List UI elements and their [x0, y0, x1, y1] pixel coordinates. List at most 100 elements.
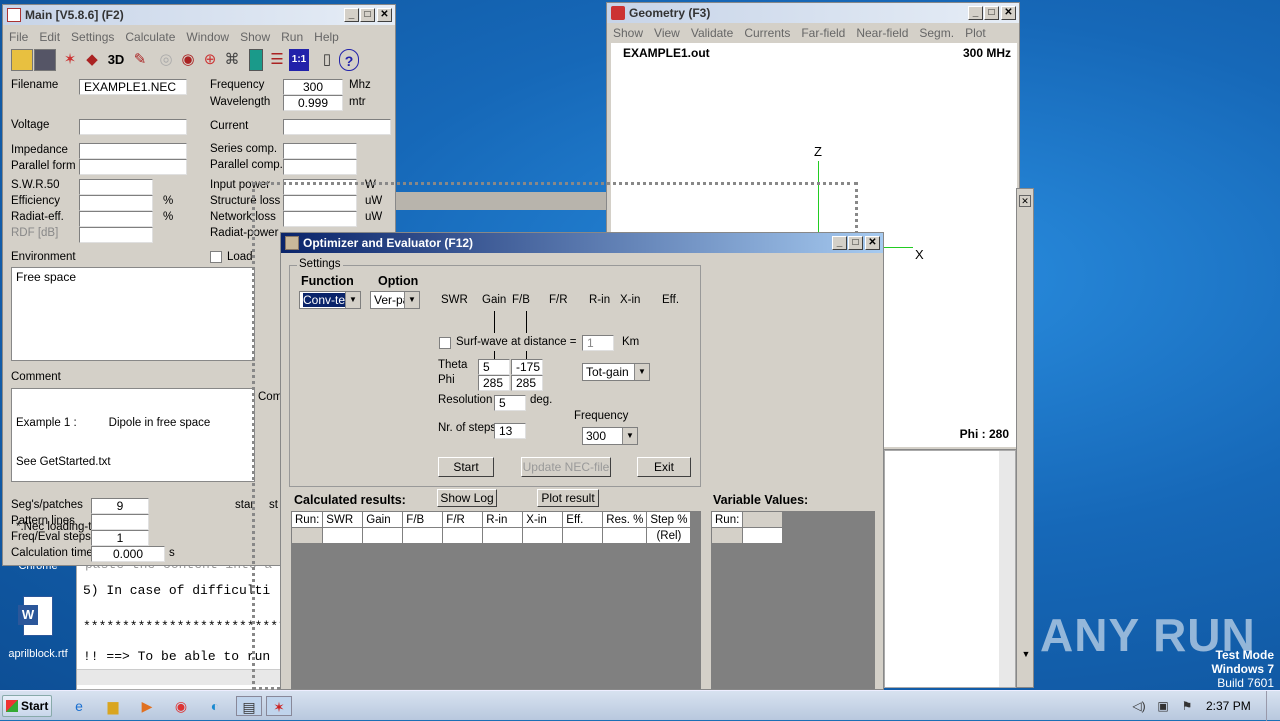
results-grid-area[interactable]: Run: SWR Gain F/B F/R R-in X-in Eff. Res… — [290, 511, 701, 689]
chrome-icon[interactable]: ◉ — [170, 696, 192, 716]
show-desktop-button[interactable] — [1266, 691, 1280, 721]
swr-field[interactable] — [79, 179, 153, 195]
target-icon[interactable]: ◉ — [177, 49, 199, 71]
menu-validate[interactable]: Validate — [685, 24, 738, 40]
edge-icon[interactable]: ◐ — [204, 696, 226, 716]
function-select[interactable]: Conv-test ▼ — [299, 291, 361, 309]
menu-view[interactable]: View — [648, 24, 685, 40]
close-button[interactable]: ✕ — [865, 236, 880, 250]
menu-show[interactable]: Show — [234, 28, 275, 44]
ie-icon[interactable]: e — [68, 696, 90, 716]
close-button[interactable]: ✕ — [1001, 6, 1016, 20]
wire-icon[interactable]: ⌘ — [221, 49, 243, 71]
explorer-icon[interactable]: ▆ — [102, 696, 124, 716]
pattern-lines-field[interactable] — [91, 514, 149, 530]
rdf-field[interactable] — [79, 227, 153, 243]
open-icon[interactable] — [11, 49, 33, 71]
surf-wave-checkbox[interactable] — [439, 337, 451, 349]
surf-distance-field[interactable]: 1 — [582, 335, 614, 351]
menu-plot[interactable]: Plot — [959, 24, 991, 40]
help-icon[interactable]: ? — [339, 49, 359, 71]
editor-window-area[interactable] — [884, 450, 1016, 688]
variables-grid-area[interactable]: Run: — [710, 511, 875, 689]
phi-start-field[interactable]: 285 — [478, 375, 510, 391]
freq-steps-field[interactable]: 1 — [91, 530, 149, 546]
edit-icon[interactable]: ✎ — [129, 49, 151, 71]
radiat-eff-field[interactable] — [79, 211, 153, 227]
list-icon[interactable]: ☰ — [267, 49, 287, 71]
steps-field[interactable]: 13 — [494, 423, 526, 439]
desktop-icon-aprilblock[interactable]: W aprilblock.rtf — [6, 596, 70, 660]
input-power-field[interactable] — [283, 179, 357, 195]
optimizer-titlebar[interactable]: Optimizer and Evaluator (F12) — [281, 233, 883, 253]
voltage-field[interactable] — [79, 119, 187, 135]
antenna-icon[interactable]: ✶ — [59, 49, 81, 71]
menu-near-field[interactable]: Near-field — [850, 24, 913, 40]
menu-settings[interactable]: Settings — [65, 28, 119, 44]
start-button[interactable]: Start — [438, 457, 494, 477]
menu-run[interactable]: Run — [275, 28, 308, 44]
calc-time-field[interactable]: 0.000 — [91, 546, 165, 562]
segs-field[interactable]: 9 — [91, 498, 149, 514]
notepad-icon[interactable]: ▤ — [236, 696, 262, 716]
series-comp-field[interactable] — [283, 143, 357, 159]
book-icon[interactable]: ▯ — [317, 49, 337, 71]
theta-start-field[interactable]: 5 — [478, 359, 510, 375]
maximize-button[interactable]: □ — [360, 8, 375, 22]
option-select[interactable]: Ver-pa ▼ — [370, 291, 420, 309]
maximize-button[interactable]: □ — [984, 6, 999, 20]
frequency-field[interactable]: 300 — [283, 79, 343, 95]
resolution-field[interactable]: 5 — [494, 395, 526, 411]
menu-currents[interactable]: Currents — [738, 24, 795, 40]
load-checkbox[interactable] — [210, 251, 222, 263]
close-icon[interactable]: ✕ — [1019, 195, 1031, 207]
close-button[interactable]: ✕ — [377, 8, 392, 22]
geometry-titlebar[interactable]: Geometry (F3) — [607, 3, 1019, 23]
frequency-select[interactable]: 300 ▼ — [582, 427, 638, 445]
comment-box[interactable]: Example 1 : Dipole in free space See Get… — [11, 388, 255, 533]
current-field[interactable] — [283, 119, 391, 135]
media-icon[interactable]: ▶ — [136, 696, 158, 716]
maximize-button[interactable]: □ — [848, 236, 863, 250]
wavelength-field[interactable]: 0.999 — [283, 95, 343, 111]
gain-type-select[interactable]: Tot-gain ▼ — [582, 363, 650, 381]
plot-result-button[interactable]: Plot result — [537, 489, 599, 507]
start-button[interactable]: Start — [2, 695, 52, 717]
clock[interactable]: 2:37 PM — [1206, 699, 1251, 713]
disabled-tool-icon[interactable]: ◎ — [155, 49, 177, 71]
globe-icon[interactable]: ⊕ — [199, 49, 221, 71]
vertical-scrollbar[interactable] — [999, 451, 1015, 687]
parallel-form-field[interactable] — [79, 159, 187, 175]
network-icon[interactable]: ▣ — [1152, 696, 1174, 716]
network-loss-field[interactable] — [283, 211, 357, 227]
show-log-button[interactable]: Show Log — [437, 489, 497, 507]
save-icon[interactable] — [34, 49, 56, 71]
calculator-icon[interactable] — [249, 49, 263, 71]
3d-view-icon[interactable]: 3D — [105, 49, 127, 71]
results-table[interactable]: Run: SWR Gain F/B F/R R-in X-in Eff. Res… — [290, 511, 692, 544]
exit-button[interactable]: Exit — [637, 457, 691, 477]
menu-file[interactable]: File — [3, 28, 33, 44]
optimizer-window[interactable]: Optimizer and Evaluator (F12) _ □ ✕ Sett… — [280, 232, 884, 690]
menu-far-field[interactable]: Far-field — [795, 24, 850, 40]
structure-loss-field[interactable] — [283, 195, 357, 211]
minimize-button[interactable]: _ — [344, 8, 359, 22]
phi-end-field[interactable]: 285 — [511, 375, 543, 391]
update-nec-button[interactable]: Update NEC-file — [521, 457, 611, 477]
variables-table[interactable]: Run: — [710, 511, 784, 544]
filename-field[interactable]: EXAMPLE1.NEC — [79, 79, 187, 95]
minimize-button[interactable]: _ — [832, 236, 847, 250]
one-to-one-icon[interactable]: 1:1 — [289, 49, 309, 71]
menu-edit[interactable]: Edit — [33, 28, 65, 44]
parallel-comp-field[interactable] — [283, 159, 357, 175]
flag-icon[interactable]: ⚑ — [1176, 696, 1198, 716]
volume-icon[interactable]: ◁) — [1128, 696, 1150, 716]
menu-segm[interactable]: Segm. — [913, 24, 959, 40]
horizontal-scrollbar[interactable] — [77, 669, 287, 685]
main-titlebar[interactable]: Main [V5.8.6] (F2) — [3, 5, 395, 25]
theta-end-field[interactable]: -175 — [511, 359, 543, 375]
minimize-button[interactable]: _ — [968, 6, 983, 20]
environment-box[interactable]: Free space — [11, 267, 255, 361]
impedance-field[interactable] — [79, 143, 187, 159]
menu-show[interactable]: Show — [607, 24, 648, 40]
